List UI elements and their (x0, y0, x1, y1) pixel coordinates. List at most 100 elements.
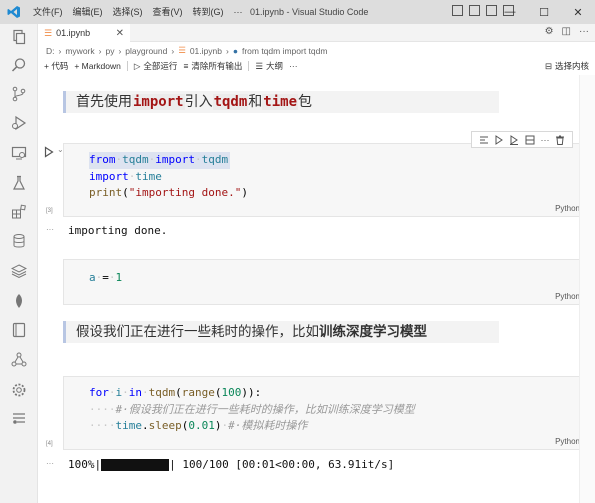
outline-icon: ☰ (255, 60, 264, 71)
more-actions-icon[interactable]: ··· (539, 134, 551, 146)
notebook-toolbar: + 代码 + Markdown ▷ 全部运行 ≡ 清除所有输出 ☰ 大纲 ··· ⊟ 选… (38, 58, 595, 74)
chevron-right-icon: › (98, 45, 102, 56)
toolbar-divider (248, 61, 250, 71)
code-line-3: print("importing done.") (89, 186, 248, 199)
execution-count: [3] (46, 208, 53, 214)
maximize-icon[interactable]: ☐ (527, 0, 561, 24)
explorer-icon[interactable] (10, 28, 28, 46)
menu-more[interactable]: ··· (229, 0, 248, 24)
more-icon[interactable]: ··· (289, 61, 298, 71)
toggle-panel-icon[interactable] (469, 5, 480, 16)
kernel-label: 选择内核 (554, 61, 589, 71)
notebook-editor: 首先使用import引入tqdm和time包 ⌄ from·tqdm·impor… (38, 75, 589, 503)
menu-file[interactable]: 文件(F) (28, 0, 68, 24)
source-control-icon[interactable] (10, 85, 28, 103)
menu-edit[interactable]: 编辑(E) (68, 0, 108, 24)
code-line-1: for·i·in·tqdm(range(100)): (89, 386, 262, 399)
cell-language-label[interactable]: Python (555, 292, 580, 301)
toggle-sidebar-icon[interactable] (452, 5, 463, 16)
menu-selection[interactable]: 选择(S) (108, 0, 148, 24)
chevron-right-icon: › (171, 45, 175, 56)
search-icon[interactable] (10, 56, 28, 74)
window-controls: — ☐ ✕ (493, 0, 595, 24)
kernel-icon: ⊟ (544, 61, 552, 71)
code-line-1: a·=·1 (89, 271, 123, 284)
layers-icon[interactable] (10, 262, 28, 280)
more-actions-icon[interactable]: ··· (579, 26, 589, 37)
split-editor-icon[interactable]: ◫ (562, 26, 571, 37)
execute-below-icon[interactable] (508, 134, 520, 146)
cell-output-3: 100%| | 100/100 [00:01<00:00, 63.91it/s] (68, 458, 394, 471)
tab-label: 01.ipynb (56, 28, 91, 38)
progress-stats: | 100/100 [00:01<00:00, 63.91it/s] (169, 458, 395, 471)
cell-toolbar: ··· (471, 131, 573, 148)
graph-nodes-icon[interactable] (10, 351, 28, 369)
extensions-icon[interactable] (10, 203, 28, 221)
gear-icon[interactable]: ⚙ (545, 26, 554, 37)
activity-bar (0, 24, 38, 503)
code-editor[interactable]: from·tqdm·import·tqdm import·time print(… (64, 144, 588, 202)
breadcrumb-playground[interactable]: playground (125, 46, 167, 56)
markdown-text: 首先使用import引入tqdm和time包 (76, 94, 313, 110)
clear-outputs-button[interactable]: ≡ 清除所有输出 (183, 60, 242, 72)
execute-above-icon[interactable] (493, 134, 505, 146)
add-markdown-button[interactable]: + Markdown (74, 61, 121, 71)
tab-01-ipynb[interactable]: ☰ 01.ipynb ✕ (38, 24, 130, 42)
markdown-text: 假设我们正在进行一些耗时的操作，比如训练深度学习模型 (76, 324, 427, 340)
markdown-cell-2[interactable]: 假设我们正在进行一些耗时的操作，比如训练深度学习模型 (63, 321, 499, 343)
cell-language-label[interactable]: Python (555, 437, 580, 446)
code-cell-1[interactable]: from·tqdm·import·tqdm import·time print(… (63, 143, 589, 217)
notebook-icon[interactable] (10, 321, 28, 339)
database-icon[interactable] (10, 232, 28, 250)
code-cell-3[interactable]: for·i·in·tqdm(range(100)): ····#·假设我们正在进… (63, 376, 589, 450)
breadcrumb-mywork[interactable]: mywork (65, 46, 94, 56)
breadcrumb-drive[interactable]: D: (46, 46, 55, 56)
delete-cell-icon[interactable] (554, 134, 566, 146)
code-editor[interactable]: for·i·in·tqdm(range(100)): ····#·假设我们正在进… (64, 377, 588, 435)
outline-button[interactable]: ☰ 大纲 (255, 60, 283, 72)
output-actions-icon[interactable]: ··· (46, 225, 54, 234)
leaf-icon[interactable] (10, 292, 28, 310)
chevron-right-icon: › (225, 45, 229, 56)
progress-percent: 100%| (68, 458, 102, 471)
remote-explorer-icon[interactable] (10, 144, 28, 162)
settings-gear-icon[interactable] (10, 381, 28, 399)
chevron-right-icon: › (118, 45, 122, 56)
markdown-cell-1[interactable]: 首先使用import引入tqdm和time包 (63, 91, 499, 113)
notebook-file-icon: ☰ (178, 45, 186, 55)
breadcrumb-cell[interactable]: from tqdm import tqdm (242, 46, 328, 56)
minimize-icon[interactable]: — (493, 0, 527, 24)
split-cell-icon[interactable] (524, 134, 536, 146)
title-bar: 文件(F) 编辑(E) 选择(S) 查看(V) 转到(G) ··· 01.ipy… (0, 0, 595, 24)
code-editor[interactable]: a·=·1 (64, 260, 588, 287)
menu-go[interactable]: 转到(G) (188, 0, 229, 24)
menu-bar: 文件(F) 编辑(E) 选择(S) 查看(V) 转到(G) ··· (28, 0, 248, 24)
run-all-icon: ▷ (133, 60, 141, 71)
git-graph-icon[interactable] (10, 409, 28, 427)
cell-output-1: importing done. (68, 224, 168, 237)
menu-view[interactable]: 查看(V) (148, 0, 188, 24)
add-code-button[interactable]: + 代码 (44, 60, 68, 72)
code-cell-2[interactable]: a·=·1 Python (63, 259, 589, 305)
close-tab-icon[interactable]: ✕ (116, 28, 124, 39)
run-cell-icon[interactable] (44, 146, 54, 158)
breadcrumb-file[interactable]: 01.ipynb (190, 46, 222, 56)
vertical-scrollbar[interactable] (579, 75, 595, 503)
editor-actions: ⚙ ◫ ··· (545, 26, 589, 37)
execution-count: [4] (46, 441, 53, 447)
select-kernel-button[interactable]: ⊟ 选择内核 (545, 58, 589, 74)
output-actions-icon[interactable]: ··· (46, 459, 54, 468)
breadcrumb: D: › mywork › py › playground › ☰ 01.ipy… (38, 43, 595, 58)
breadcrumb-py[interactable]: py (105, 46, 114, 56)
clear-all-icon: ≡ (183, 61, 189, 71)
close-window-icon[interactable]: ✕ (561, 0, 595, 24)
window-title: 01.ipynb - Visual Studio Code (250, 7, 369, 17)
cell-language-label[interactable]: Python (555, 204, 580, 213)
run-all-button[interactable]: ▷ 全部运行 (134, 60, 178, 72)
toolbar-divider (126, 61, 128, 71)
run-by-line-icon[interactable] (478, 134, 490, 146)
editor-tab-bar: ☰ 01.ipynb ✕ ⚙ ◫ ··· (38, 24, 595, 42)
code-line-3: ····time.sleep(0.01)·#·模拟耗时操作 (89, 419, 308, 432)
run-debug-icon[interactable] (10, 114, 28, 132)
testing-flask-icon[interactable] (10, 174, 28, 192)
